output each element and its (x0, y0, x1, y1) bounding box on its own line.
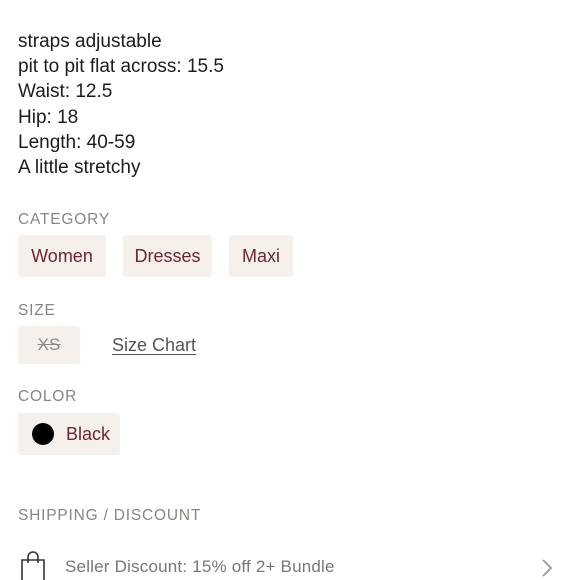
description-line: straps adjustable (18, 31, 162, 52)
description-line: pit to pit flat across: 15.5 (18, 56, 224, 78)
chevron-right-icon (540, 558, 554, 578)
color-chip-black[interactable]: Black (18, 413, 120, 455)
shipping-discount-heading: SHIPPING / DISCOUNT (18, 507, 202, 524)
cut-off-text-top (0, 0, 579, 14)
seller-discount-text: Seller Discount: 15% off 2+ Bundle (65, 557, 335, 576)
category-chip-dresses[interactable]: Dresses (123, 235, 212, 277)
seller-discount-row[interactable]: Seller Discount: 15% off 2+ Bundle (18, 550, 558, 580)
description-line: Hip: 18 (18, 106, 79, 128)
shopping-bag-icon (18, 551, 48, 580)
size-row: XS Size Chart (18, 326, 558, 364)
category-chip-women[interactable]: Women (18, 235, 106, 277)
size-heading: SIZE (18, 302, 56, 319)
description-line: A little stretchy (18, 157, 141, 179)
size-chip-xs[interactable]: XS (18, 326, 80, 364)
category-heading: CATEGORY (18, 211, 110, 228)
color-label: Black (66, 423, 111, 444)
size-chart-link[interactable]: Size Chart (112, 326, 196, 364)
description-line: Waist: 12.5 (18, 81, 113, 103)
color-swatch (32, 423, 54, 445)
color-row: Black (18, 413, 558, 455)
listing-description: straps adjustable pit to pit flat across… (18, 29, 224, 180)
color-heading: COLOR (18, 388, 78, 405)
category-chips: Women Dresses Maxi (18, 235, 558, 277)
description-line: Length: 40-59 (18, 131, 136, 153)
category-chip-maxi[interactable]: Maxi (229, 235, 293, 277)
